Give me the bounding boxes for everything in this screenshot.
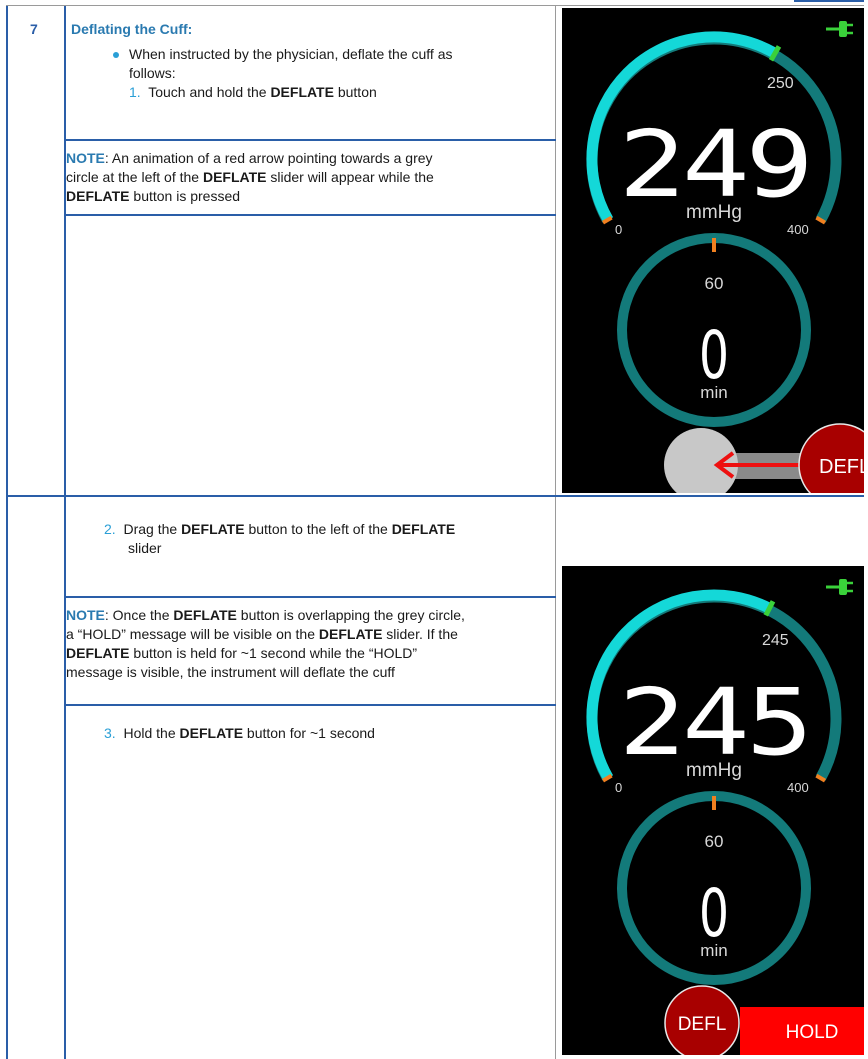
table-left-border bbox=[6, 5, 8, 1059]
timer-max-label: 60 bbox=[705, 274, 724, 293]
bullet-icon bbox=[113, 52, 119, 58]
target-pressure-label: 250 bbox=[767, 75, 794, 92]
device-screen-2: 245 245 mmHg 0 400 60 0 min HOLD DEFL bbox=[562, 566, 864, 1055]
instruction-2-line1: 2. Drag the DEFLATE button to the left o… bbox=[104, 521, 456, 537]
scale-max-label: 400 bbox=[787, 222, 809, 237]
instruction-2-line2: slider bbox=[128, 540, 162, 556]
table-top-border bbox=[6, 5, 864, 6]
row1-divider-b bbox=[64, 214, 556, 216]
row2-divider-b bbox=[64, 704, 556, 706]
step-title: Deflating the Cuff: bbox=[71, 21, 193, 37]
note1-line2: circle at the left of the DEFLATE slider… bbox=[66, 169, 434, 185]
note1-line1: NOTE: An animation of a red arrow pointi… bbox=[66, 150, 433, 166]
power-plug-icon bbox=[826, 21, 853, 37]
note1-line3: DEFLATE button is pressed bbox=[66, 188, 241, 204]
note2-line1: NOTE: Once the DEFLATE button is overlap… bbox=[66, 607, 465, 623]
note2-line4: message is visible, the instrument will … bbox=[66, 664, 395, 680]
bullet-text-line1: When instructed by the physician, deflat… bbox=[129, 46, 453, 62]
instruction-1: 1. Touch and hold the DEFLATE button bbox=[129, 84, 377, 100]
column-divider-image bbox=[555, 5, 556, 1059]
note2-line2: a “HOLD” message will be visible on the … bbox=[66, 626, 458, 642]
pressure-unit: mmHg bbox=[686, 202, 742, 223]
row2-divider-a bbox=[64, 596, 556, 598]
target-pressure-label: 245 bbox=[762, 632, 789, 649]
scale-min-label: 0 bbox=[615, 780, 622, 795]
deflate-button-label: DEFL bbox=[819, 456, 864, 478]
note2-line3: DEFLATE button is held for ~1 second whi… bbox=[66, 645, 418, 661]
scale-min-label: 0 bbox=[615, 222, 622, 237]
row-divider bbox=[6, 495, 864, 497]
pressure-unit: mmHg bbox=[686, 760, 742, 781]
power-plug-icon bbox=[826, 579, 853, 595]
deflate-button-label: DEFL bbox=[678, 1014, 727, 1035]
step-number: 7 bbox=[30, 21, 38, 37]
hold-label: HOLD bbox=[786, 1022, 839, 1043]
timer-unit: min bbox=[700, 941, 727, 960]
timer-max-label: 60 bbox=[705, 832, 724, 851]
device-screen-1: 250 249 mmHg 0 400 60 0 min DEFL bbox=[562, 8, 864, 493]
bullet-text-line2: follows: bbox=[129, 65, 176, 81]
row1-divider-a bbox=[64, 139, 556, 141]
deflate-target-circle bbox=[664, 428, 738, 493]
scale-max-label: 400 bbox=[787, 780, 809, 795]
timer-unit: min bbox=[700, 383, 727, 402]
instruction-3: 3. Hold the DEFLATE button for ~1 second bbox=[104, 725, 375, 741]
